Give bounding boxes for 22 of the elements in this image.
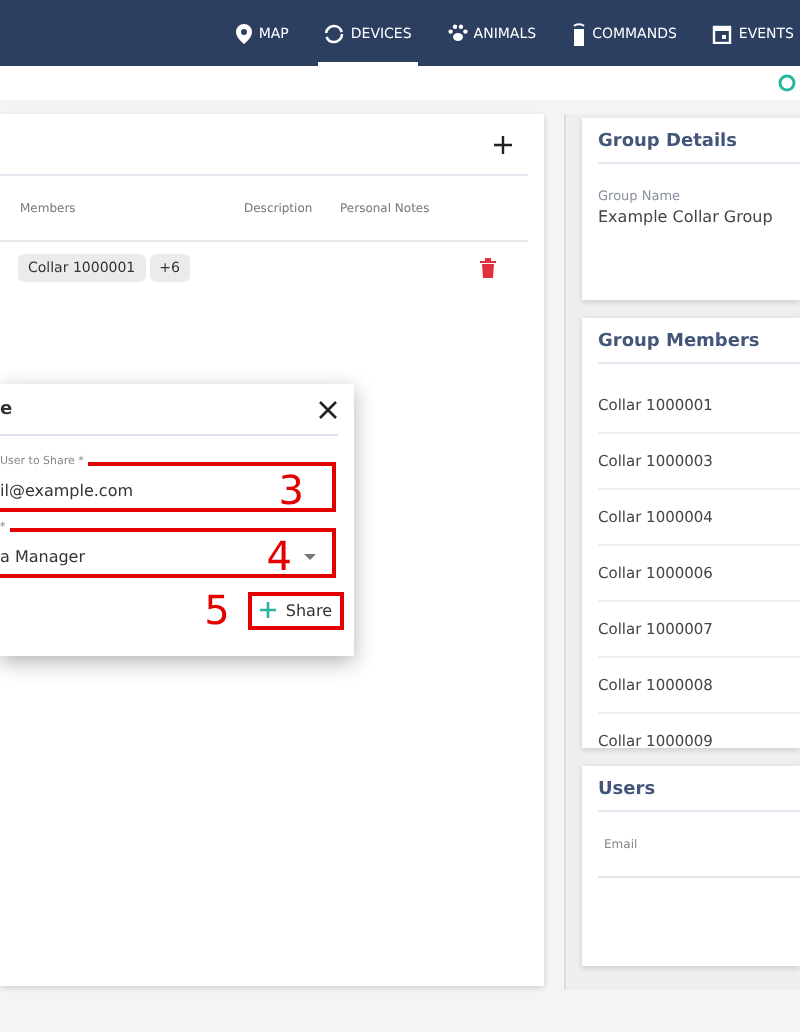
annotation-number: 3 [278,470,304,510]
add-icon[interactable] [494,135,512,153]
calendar-icon [712,23,733,43]
remote-icon [572,21,587,45]
trash-icon[interactable] [480,258,496,278]
card-title: Group Members [598,318,800,364]
map-pin-icon [236,23,253,43]
annotation-number: 4 [266,536,292,576]
group-name-value: Example Collar Group [598,208,775,226]
circle-icon [778,74,796,92]
ring-icon [324,23,345,43]
field-value: a Manager [0,547,88,565]
card-title: Users [598,766,800,812]
share-button[interactable]: Share [253,597,338,623]
caret-icon [304,553,316,559]
card-title: Group Details [598,118,800,164]
dialog-title: e [0,399,13,419]
close-button[interactable] [318,399,338,419]
field-value: il@example.com [0,481,136,499]
plus-icon [259,602,276,618]
annotation-number: 5 [204,590,230,630]
paw-icon [447,24,468,42]
